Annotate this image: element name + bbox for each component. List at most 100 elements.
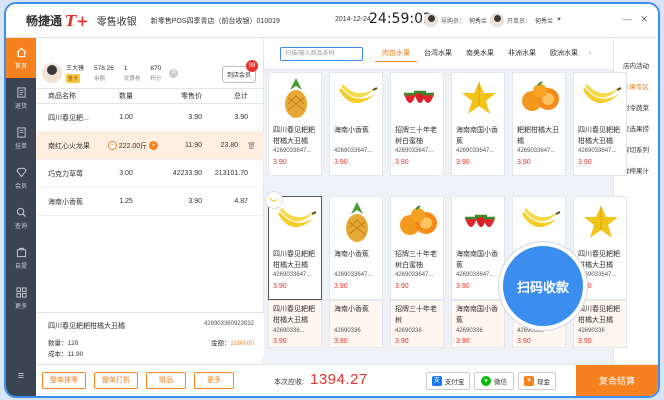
category-tab[interactable]: 欧洲水果 [543, 45, 585, 62]
product-card[interactable]: 海南南国小香蕉 4269033647... 3.90 [451, 72, 505, 176]
alipay-icon: 支 [431, 376, 442, 386]
starfruit-image [576, 199, 626, 245]
trash-icon[interactable]: 🗑 [247, 142, 256, 150]
product-code: 42690336 [456, 328, 483, 334]
whole-order-round-button[interactable]: 整单抹零 [42, 372, 86, 389]
product-card[interactable]: 海南小香蕉 42690336 3.90 [329, 300, 383, 348]
hold-order-icon [16, 126, 26, 138]
member-stat-points: 870 积分 [150, 65, 161, 82]
product-card[interactable]: 海南南国小香蕉 42690336 3.90 [451, 300, 505, 348]
cart-item-price: 42233.90 [172, 170, 202, 177]
product-card[interactable]: 耙耙柑橘大丑橘 4269033647... 3.90 [512, 72, 566, 176]
cart-item-qty[interactable]: 222.00斤 [119, 141, 147, 151]
return-icon [16, 86, 26, 98]
member-avatar [42, 63, 62, 83]
sidebar-item-label: 更多 [14, 303, 27, 310]
category-tab[interactable]: 台湾水果 [417, 45, 459, 62]
cart-row[interactable]: 海南小香蕉 1.25 3.90 4.87 [36, 188, 264, 216]
column-header-name: 商品名称 [48, 93, 76, 100]
product-card[interactable]: 招牌三十年老树 42690336 3.90 [390, 300, 444, 348]
product-card[interactable]: 四川春见耙耙柑橘大丑橘 42690336... 3.90 [268, 300, 322, 348]
product-code: 4269033647... [395, 148, 434, 154]
cart-row[interactable]: 巧克力草莓 3.00 42233.90 213101.70 [36, 160, 264, 188]
scan-to-pay-bubble[interactable]: 扫码收款 [499, 242, 587, 330]
sidebar-item-more[interactable]: 更多 [6, 278, 36, 318]
wechat-icon: ● [481, 376, 491, 386]
cart-item-price: 11.90 [185, 142, 202, 149]
product-code: 4269033647... [334, 148, 373, 154]
sidebar-item-query[interactable]: 查询 [6, 198, 36, 238]
cart-row[interactable]: 四川春见耙... 1.00 3.90 3.90 [36, 104, 264, 132]
product-price: 3.90 [273, 283, 287, 290]
wechat-button[interactable]: ● 微信 [474, 372, 514, 390]
cart-item-price: 3.90 [188, 114, 202, 121]
barcode-search-input[interactable]: 扫描/输入商品条码 [280, 46, 363, 61]
close-member-icon[interactable]: ✕ [169, 68, 179, 78]
product-code: 42690336 [334, 328, 361, 334]
product-card[interactable]: 海南南国小香蕉 4269033647... 3.90 [451, 196, 505, 300]
member-stat-label: 优惠卷 [123, 75, 141, 82]
sidebar-item-pickup[interactable]: 自提 [6, 238, 36, 278]
quantity-stepper[interactable]: − 222.00斤 + [106, 141, 160, 151]
sidebar-item-home[interactable]: 首页 [6, 38, 36, 78]
pos-window: 畅捷通 T+ 零售收银 新零售POS四季青店（前台收银）010019 2014-… [4, 2, 660, 398]
operator-selector[interactable]: 开单员： 何秀兰 ▼ [490, 13, 562, 27]
column-header-qty: 数量 [119, 93, 133, 100]
selected-item-detail: 四川春见耙耙柑橘大丑橘 426903360923032 数量：120 金额：21… [36, 312, 264, 358]
cart-item-total: 3.90 [234, 114, 248, 121]
minimize-icon[interactable]: — [622, 14, 631, 25]
product-code: 4269033647... [273, 148, 312, 154]
category-tab[interactable]: 非洲水果 [501, 45, 543, 62]
minus-icon[interactable]: − [107, 141, 117, 150]
pineapple-image [271, 75, 321, 121]
product-code: 4269033647... [334, 272, 373, 278]
product-card[interactable]: 四川春见耙耙柑橘大丑橘 4269033647... 3.90 [268, 72, 322, 176]
chevron-right-icon[interactable]: › [589, 50, 591, 57]
menu-icon[interactable]: ≡ [6, 370, 36, 382]
category-bar: 扫描/输入商品条码 肉馅水果 台湾水果 南美水果 非洲水果 欧洲水果 › [264, 38, 613, 70]
close-icon[interactable]: ✕ [640, 14, 648, 25]
sidebar-item-hold[interactable]: 挂单 [6, 118, 36, 158]
cart-row-selected[interactable]: 南红心火龙果 − 222.00斤 + 11.90 23.80 🗑 [36, 132, 264, 160]
cash-button[interactable]: ¥ 现金 [518, 372, 556, 390]
alipay-button[interactable]: 支 支付宝 [426, 372, 470, 390]
cart-item-name: 四川春见耙... [48, 114, 89, 122]
gift-button[interactable]: 赠品 [146, 372, 186, 389]
product-card[interactable]: 招牌三十年老树白蜜柚 4269033647... 3.90 [390, 196, 444, 300]
product-name: 海南南国小香蕉 [456, 251, 498, 269]
home-icon [16, 47, 26, 57]
cart-item-total: 23.80 [220, 142, 238, 149]
product-name: 招牌三十年老树 [395, 306, 437, 324]
time-display: 24:59:02 [369, 11, 432, 27]
strawberry-image [454, 199, 504, 245]
sidebar-item-label: 查询 [14, 223, 27, 230]
sidebar-item-return[interactable]: 退货 [6, 78, 36, 118]
window-controls: — ✕ [622, 14, 648, 25]
product-card[interactable]: 海南小香蕉 4269033647... 3.90 [329, 72, 383, 176]
product-name: 耙耙柑橘大丑橘 [517, 127, 559, 145]
app-name: 零售收银 [96, 17, 137, 28]
product-code: 4269033647... [456, 272, 495, 278]
product-code: 4269033647... [395, 272, 434, 278]
date-display: 2014-12-24 [335, 16, 371, 23]
strawberry-image [393, 75, 443, 121]
sidebar-item-member[interactable]: 会员 [6, 158, 36, 198]
plus-icon[interactable]: + [149, 141, 159, 150]
salesperson-name: 何秀兰 [469, 18, 488, 25]
product-code: 42690336... [273, 328, 305, 334]
product-name: 四川春见耙耙柑橘大丑橘 [273, 127, 315, 145]
product-card[interactable]: 四川春见耙耙柑橘大丑橘 4269033647... 3.90 [573, 72, 627, 176]
section-nav-spacer [614, 38, 658, 56]
salesperson-selector[interactable]: 导购员： 何秀兰 ▼ [424, 13, 496, 27]
product-card[interactable]: 海南小香蕉 4269033647... 3.90 [329, 196, 383, 300]
composite-settle-button[interactable]: 复合结算 [576, 365, 658, 396]
more-button[interactable]: 更多 [194, 372, 234, 389]
product-card[interactable]: 四川春见耙耙柑橘大丑橘 4269033647... 3.90 [265, 191, 322, 300]
category-tab[interactable]: 肉馅水果 [375, 45, 417, 62]
salesperson-avatar [424, 13, 438, 27]
whole-order-discount-button[interactable]: 整单打折 [94, 372, 138, 389]
member-stat-value: 578.26 [94, 64, 114, 72]
product-card[interactable]: 招牌三十年老树白蜜柚 4269033647... 3.90 [390, 72, 444, 176]
category-tab[interactable]: 南美水果 [459, 45, 501, 62]
member-identity: 王大锤 金卡 [66, 63, 84, 83]
